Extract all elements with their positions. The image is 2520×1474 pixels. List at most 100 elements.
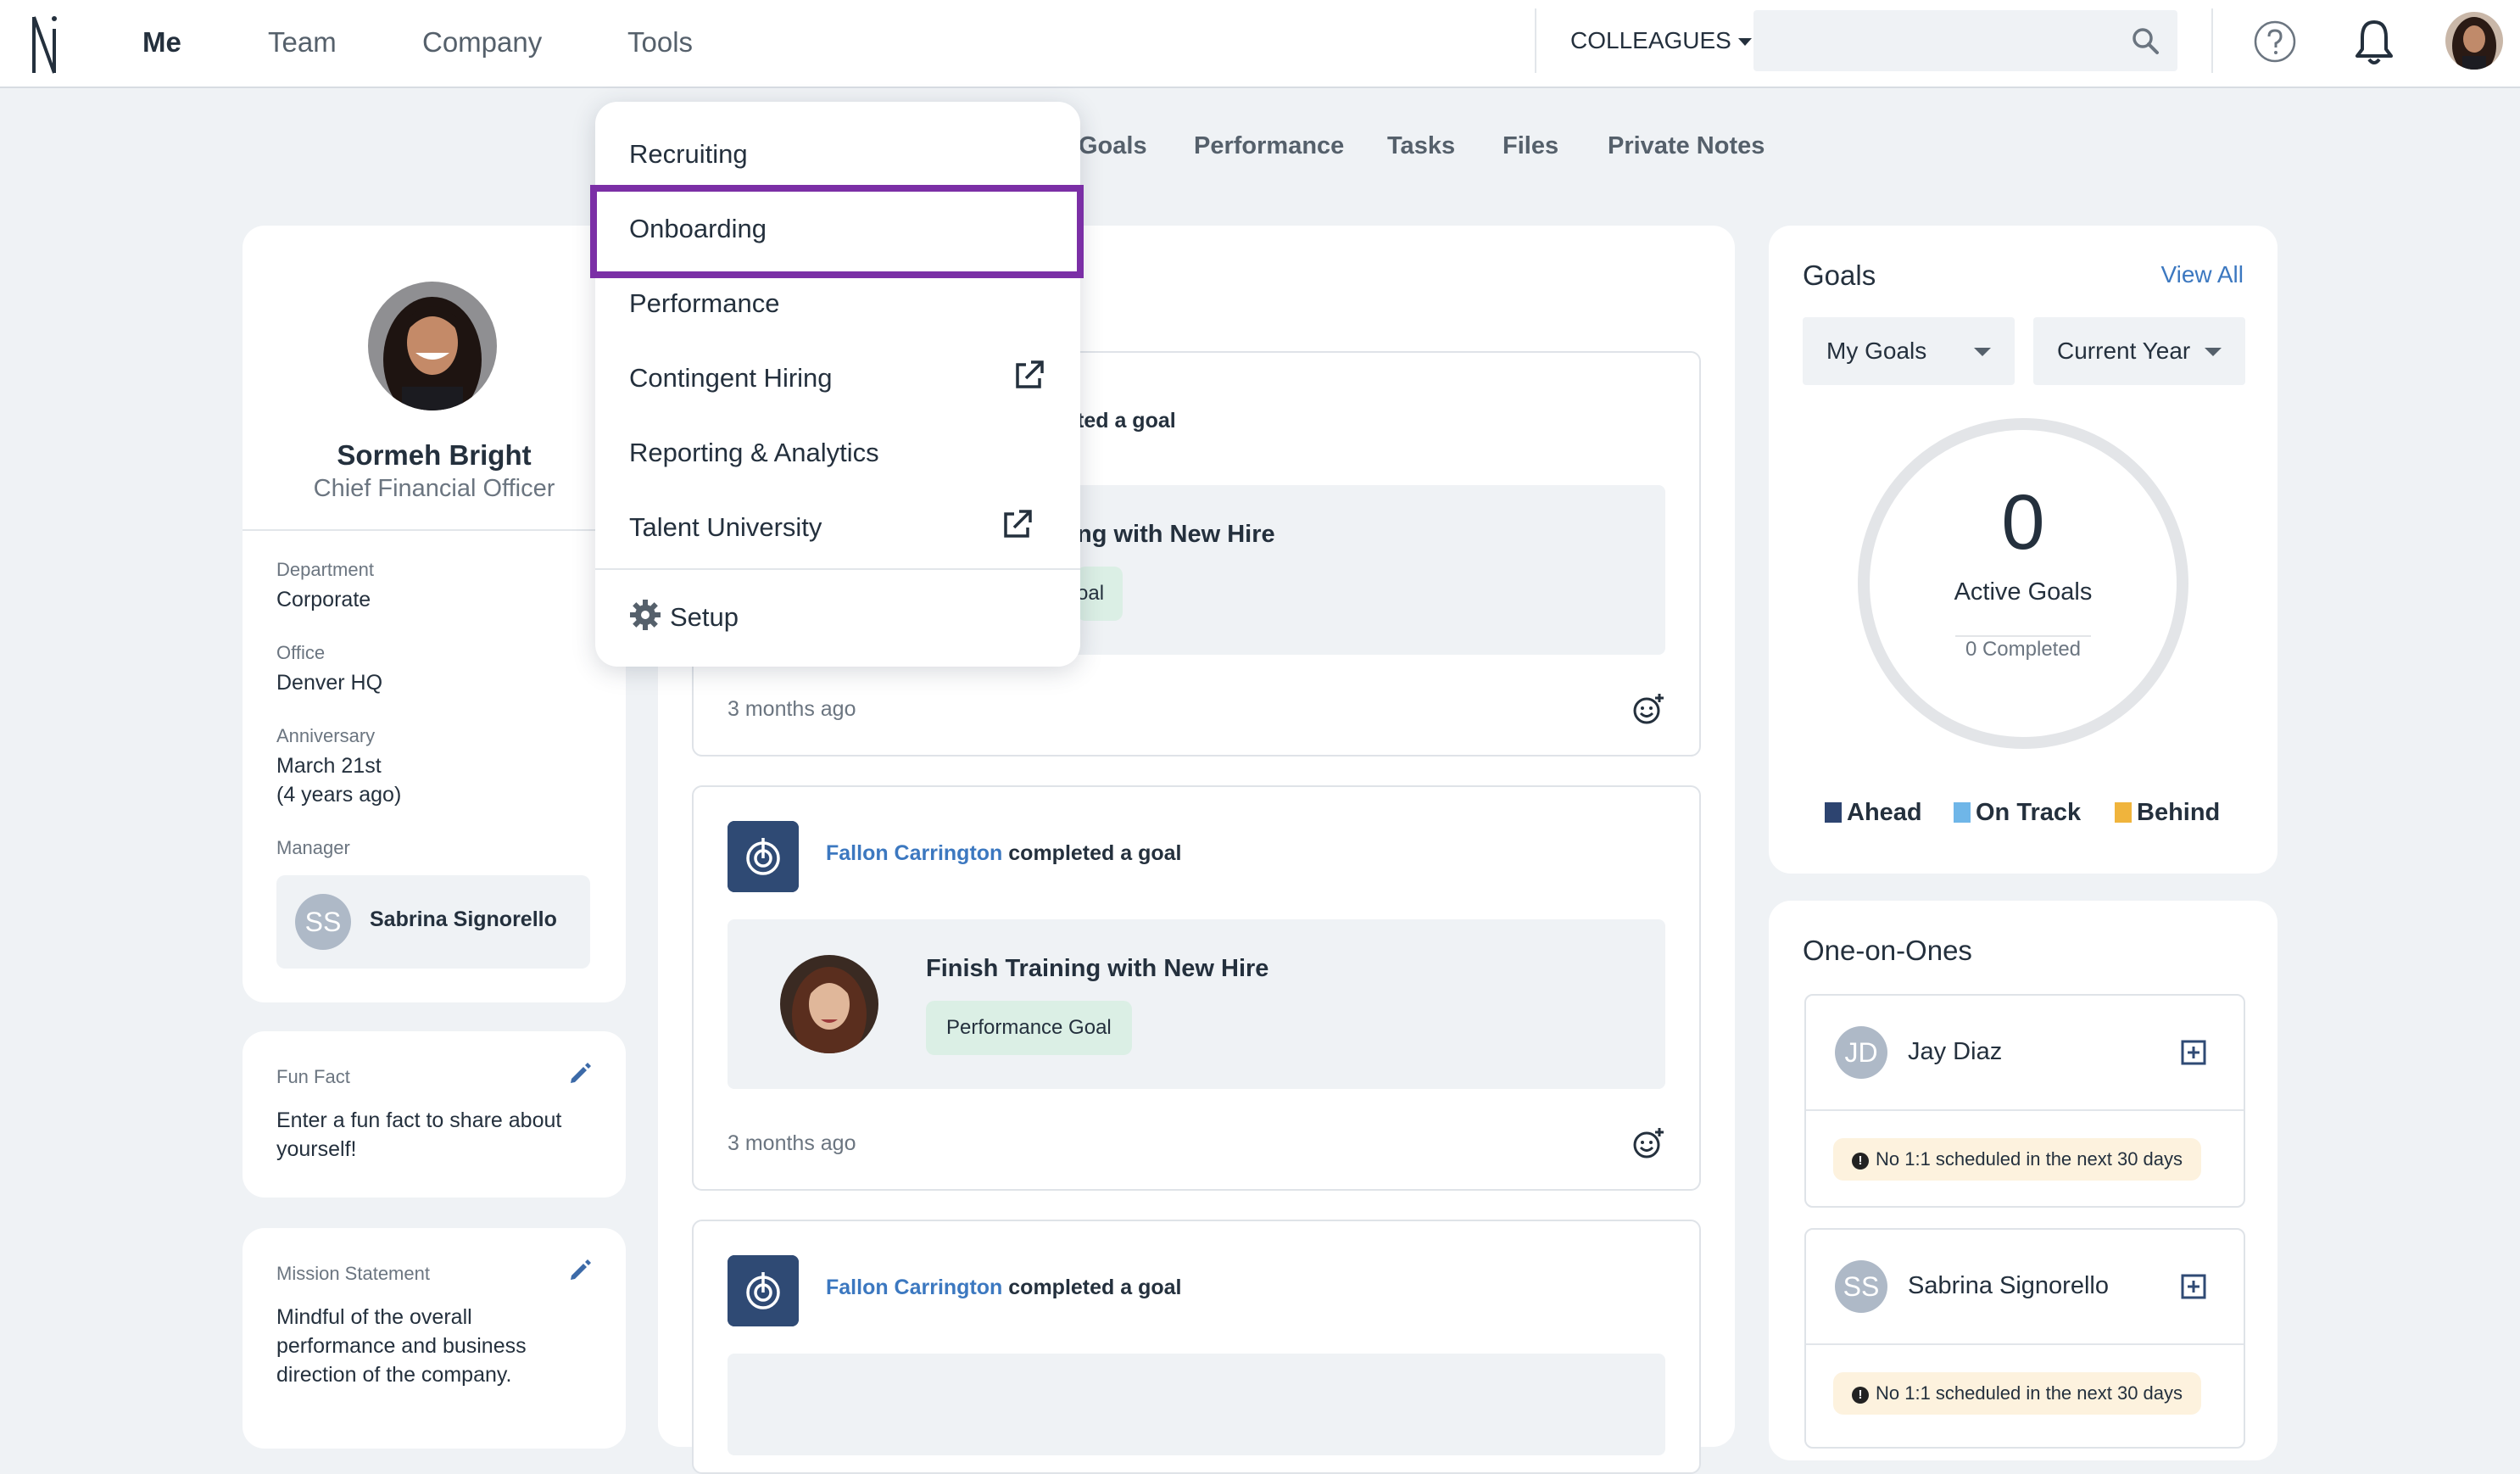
menu-divider	[595, 568, 1080, 570]
initials-avatar: SS	[1835, 1260, 1887, 1313]
goal-owner-filter[interactable]: My Goals	[1803, 317, 2015, 385]
menu-item-talent-university[interactable]: Talent University	[629, 511, 822, 544]
mission-statement-card: Mission Statement Mindful of the overall…	[243, 1228, 626, 1449]
search-input[interactable]	[1753, 10, 2177, 71]
warning-text: No 1:1 scheduled in the next 30 days	[1876, 1148, 2183, 1170]
goal-type-tag: oal	[1077, 567, 1123, 621]
legend-on-track: On Track	[1954, 799, 2081, 827]
legend-swatch	[2115, 802, 2132, 823]
user-link[interactable]: Fallon Carrington	[826, 1276, 1002, 1299]
menu-item-recruiting[interactable]: Recruiting	[629, 137, 748, 171]
add-reaction-icon[interactable]	[1631, 692, 1665, 726]
goals-title: Goals	[1803, 260, 1876, 291]
warning-text: No 1:1 scheduled in the next 30 days	[1876, 1382, 2183, 1404]
add-one-on-one-icon[interactable]	[2181, 1274, 2206, 1299]
topbar-divider	[1535, 8, 1536, 73]
tab-tasks[interactable]: Tasks	[1387, 131, 1455, 161]
nav-me[interactable]: Me	[142, 24, 181, 61]
chevron-down-icon	[1974, 348, 1991, 356]
add-reaction-icon[interactable]	[1631, 1126, 1665, 1160]
onboarding-highlight-box	[590, 185, 1084, 278]
search-icon[interactable]	[2130, 25, 2160, 56]
goal-type-tag: Performance Goal	[926, 1001, 1132, 1055]
nav-tools[interactable]: Tools	[627, 24, 693, 61]
feed-action: completed a goal	[1008, 1276, 1182, 1299]
fun-fact-label: Fun Fact	[276, 1066, 350, 1087]
tab-goals[interactable]: Goals	[1079, 131, 1147, 161]
legend-label: Ahead	[1847, 799, 1922, 826]
office-value: Denver HQ	[276, 671, 383, 695]
tab-private-notes[interactable]: Private Notes	[1608, 131, 1765, 161]
goal-title: ng with New Hire	[1077, 521, 1275, 548]
external-link-icon	[1016, 360, 1044, 388]
no-meeting-warning: ! No 1:1 scheduled in the next 30 days	[1833, 1138, 2202, 1181]
user-avatar[interactable]	[2445, 12, 2503, 70]
goal-owner-value: My Goals	[1826, 338, 1927, 364]
goal-period-filter[interactable]: Current Year	[2033, 317, 2245, 385]
feed-timestamp: 3 months ago	[728, 697, 856, 721]
fun-fact-card: Fun Fact Enter a fun fact to share about…	[243, 1031, 626, 1198]
anniversary-ago: (4 years ago)	[276, 783, 402, 807]
legend-label: Behind	[2137, 799, 2221, 826]
feed-goal-card[interactable]: Finish Training with New Hire Performanc…	[728, 919, 1665, 1089]
divider	[1806, 1343, 2244, 1345]
edit-pencil-icon[interactable]	[568, 1062, 592, 1086]
nav-team[interactable]: Team	[268, 24, 337, 61]
initials-avatar: JD	[1835, 1026, 1887, 1079]
help-icon[interactable]	[2254, 20, 2296, 63]
colleagues-dropdown[interactable]: COLLEAGUES	[1570, 24, 1752, 58]
office-label: Office	[276, 642, 326, 663]
profile-name: Sormeh Bright	[337, 439, 532, 471]
goal-target-icon	[728, 821, 799, 892]
department-label: Department	[276, 559, 374, 580]
menu-item-performance[interactable]: Performance	[629, 287, 779, 321]
goals-card: Goals View All My Goals Current Year 0 A…	[1769, 226, 2277, 874]
manager-name: Sabrina Signorello	[370, 907, 557, 931]
legend-swatch	[1954, 802, 1971, 823]
manager-label: Manager	[276, 837, 350, 858]
one-on-one-item[interactable]: JD Jay Diaz ! No 1:1 scheduled in the nex…	[1804, 994, 2245, 1208]
feed-goal-card[interactable]	[728, 1354, 1665, 1455]
manager-chip[interactable]: SS Sabrina Signorello	[276, 875, 590, 969]
active-goals-label: Active Goals	[1954, 578, 2093, 606]
anniversary-value: March 21st	[276, 754, 382, 778]
fun-fact-text: Enter a fun fact to share about yourself…	[276, 1108, 562, 1161]
divider	[1806, 1109, 2244, 1111]
chevron-down-icon	[2205, 348, 2222, 356]
gear-icon	[630, 600, 661, 630]
company-logo[interactable]	[29, 12, 63, 76]
feed-action-text: Fallon Carrington completed a goal	[826, 1276, 1182, 1300]
add-one-on-one-icon[interactable]	[2181, 1040, 2206, 1065]
feed-action: completed a goal	[1008, 841, 1182, 865]
no-meeting-warning: ! No 1:1 scheduled in the next 30 days	[1833, 1372, 2202, 1415]
nav-company[interactable]: Company	[422, 24, 542, 61]
feed-action-text: Fallon Carrington completed a goal	[826, 841, 1182, 866]
external-link-icon	[1004, 510, 1032, 538]
user-avatar	[780, 955, 878, 1053]
tab-files[interactable]: Files	[1503, 131, 1558, 161]
divider	[243, 529, 626, 531]
one-on-one-item[interactable]: SS Sabrina Signorello ! No 1:1 scheduled …	[1804, 1228, 2245, 1449]
topbar-divider	[2211, 8, 2213, 73]
person-name: Sabrina Signorello	[1908, 1272, 2109, 1299]
completed-goals-label: 0 Completed	[1965, 638, 2082, 661]
feed-item: Fallon Carrington completed a goal	[692, 1220, 1701, 1474]
department-value: Corporate	[276, 588, 371, 611]
anniversary-label: Anniversary	[276, 725, 376, 746]
menu-item-reporting-analytics[interactable]: Reporting & Analytics	[629, 436, 879, 470]
menu-item-setup[interactable]: Setup	[629, 599, 739, 634]
profile-job-title: Chief Financial Officer	[313, 475, 555, 502]
feed-item: Fallon Carrington completed a goal Finis…	[692, 785, 1701, 1191]
mission-label: Mission Statement	[276, 1263, 430, 1284]
view-all-goals-link[interactable]: View All	[2160, 261, 2244, 288]
menu-item-contingent-hiring[interactable]: Contingent Hiring	[629, 361, 833, 395]
goal-title: Finish Training with New Hire	[926, 955, 1269, 982]
setup-label: Setup	[670, 602, 739, 632]
profile-avatar	[368, 282, 497, 410]
tab-performance[interactable]: Performance	[1194, 131, 1344, 161]
profile-card: Sormeh Bright Chief Financial Officer De…	[243, 226, 626, 1002]
notifications-bell-icon[interactable]	[2350, 17, 2398, 66]
edit-pencil-icon[interactable]	[568, 1259, 592, 1282]
user-link[interactable]: Fallon Carrington	[826, 841, 1002, 865]
chevron-down-icon	[1737, 38, 1752, 47]
